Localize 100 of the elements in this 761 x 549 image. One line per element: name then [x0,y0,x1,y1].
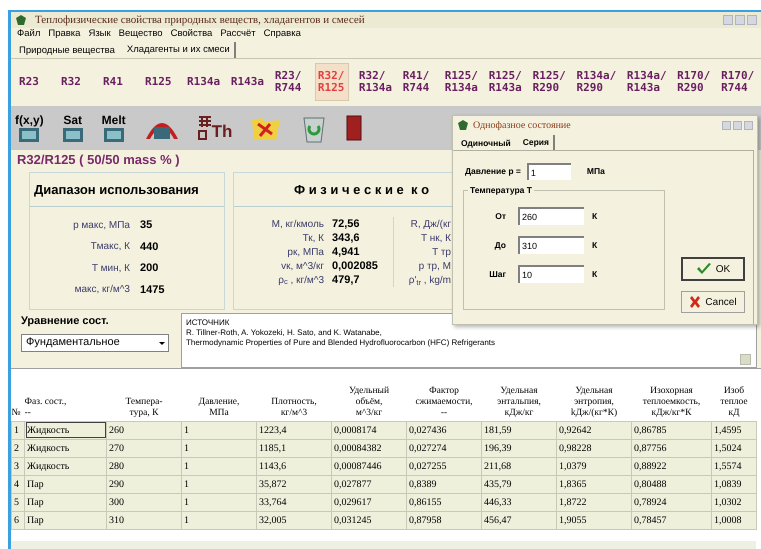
input-field[interactable]: 10 [518,265,584,283]
input-field[interactable]: 260 [518,207,584,225]
refrigerant-button[interactable]: R32/ R134a [356,62,393,100]
refrigerant-button[interactable]: R125 [143,62,177,100]
field-label: M, кг/кмоль [270,218,324,232]
unit-label: МПа [586,165,605,178]
menu-item[interactable]: Вещество [118,26,163,42]
menu-item[interactable]: Язык [88,26,111,42]
calculator-icon [18,126,40,142]
table-cell: 5 [12,493,24,511]
calculator-icon [62,126,84,142]
table-cell: 1,0839 [712,475,756,493]
input-field[interactable]: 310 [518,236,584,254]
scroll-down-icon[interactable] [740,354,751,365]
source-text: Thermodynamic Properties of Pure and Blended Hydrofluorocarbon (HFC) Refrigerants [186,338,496,348]
table-cell: 1 [12,421,24,439]
pressure-field[interactable]: 1 [526,163,571,180]
toolbar-button[interactable]: Melt [102,114,126,142]
refrigerant-button[interactable]: R125/ R143a [486,62,523,100]
column-header: Изохорная теплоемкость, кДж/кг*К [632,369,712,421]
refrigerant-button[interactable]: R41 [101,62,135,100]
menu-item[interactable]: Рассчёт [220,26,256,42]
refrigerant-button[interactable]: R134a [185,62,221,100]
table-cell: 3 [12,457,24,475]
refrigerant-button[interactable]: R134a/ R143a [624,62,668,100]
tab[interactable]: Природные вещества [15,44,119,58]
refrigerant-button[interactable]: R23 [17,62,51,100]
refrigerant-button[interactable]: R170/ R290 [675,62,712,100]
field-value: 440 [140,240,158,254]
field-value: 343,6 [332,230,360,246]
table-cell: 435,79 [482,475,556,493]
equation-dropdown[interactable]: Фундаментальное [21,334,169,352]
toolbar-button[interactable]: Th [198,115,232,141]
field-value: 479,7 [332,272,360,288]
menu-item[interactable]: Свойства [170,26,212,42]
refrigerant-button[interactable]: R125/ R134a [442,62,479,100]
table-cell: 6 [12,511,24,529]
column-header: Плотность, кг/м^3 [256,369,332,421]
ok-button[interactable]: OK [681,257,745,281]
field-label: р макс, МПа [72,218,130,233]
table-cell: 33,764 [256,493,332,511]
column-header: Темпера- тура, К [106,369,182,421]
table-cell: 0,027255 [406,457,482,475]
table-cell: 0,78924 [632,493,712,511]
table-cell: 0,00087446 [332,457,406,475]
field-label: T нк, К [421,232,451,245]
refrigerant-button[interactable]: R125/ R290 [530,62,567,100]
pressure-label: Давление р = [465,165,521,178]
table-cell: 1223,4 [256,421,332,439]
field-label: От [494,210,507,222]
table-cell: 0,88922 [632,457,712,475]
field-label: T мин, К [90,262,130,276]
table-cell: 196,39 [482,439,556,457]
menu-item[interactable]: Справка [264,26,301,42]
table-cell: 0,027436 [406,421,482,439]
field-label: ρ$_{c}$ , кг/м^3 [277,274,324,288]
column-header: Удельный объём, м^3/кг [332,369,406,421]
toolbar-button[interactable]: f(x,y) [15,114,44,142]
table-cell: 35,872 [256,475,332,493]
table-cell: 0,87756 [632,439,712,457]
table-cell: 1 [182,457,256,475]
table-cell: 1 [182,475,256,493]
unit-label: К [592,268,598,280]
dialog-title: Однофазное состояние [473,118,571,132]
table-cell: 1,9055 [556,511,632,529]
column-header: Изоб теплое кД [712,369,756,421]
refrigerant-button[interactable]: R134a/ R290 [574,62,617,100]
source-text: R. Tillner-Roth, A. Yokozeki, H. Sato, and K. Watanabe, [186,328,383,338]
table-cell: 0,78457 [632,511,712,529]
table-cell: 1,0008 [712,511,756,529]
toolbar-button[interactable] [346,115,362,141]
table-cell: Пар [24,475,106,493]
field-value: 35 [140,218,152,233]
table-cell: 0,8389 [406,475,482,493]
table-cell: 1,0379 [556,457,632,475]
column-header: № [12,369,24,421]
group-label: Температура Т [468,184,534,197]
field-value: 0,002085 [332,258,378,274]
field-label: р тр, М [418,260,451,273]
table-cell: 1 [182,493,256,511]
field-value: 200 [140,261,158,276]
refrigerant-button[interactable]: R143a [228,62,265,100]
app-logo-icon [457,119,469,131]
tab[interactable]: Одиночный [457,137,515,150]
toolbar-button[interactable]: Sat [62,114,84,142]
refrigerant-button[interactable]: R32 [59,62,93,100]
field-label: До [494,238,507,252]
table-cell: 1,5574 [712,457,756,475]
menu-item[interactable]: Файл [17,26,40,42]
refrigerant-button[interactable]: R41/ R744 [400,62,435,100]
menu-item[interactable]: Правка [48,26,80,42]
tab[interactable]: Серия [518,135,555,150]
field-label: рк, МПа [286,246,324,260]
refrigerant-button[interactable]: R170/ R744 [719,62,755,100]
table-cell: 0,80488 [632,475,712,493]
table-cell: 1,5024 [712,439,756,457]
field-label: Шаг [488,268,507,280]
table-cell: 0,027274 [406,439,482,457]
refrigerant-button[interactable]: R23/ R744 [272,62,307,100]
cancel-button[interactable]: Cancel [681,291,745,313]
